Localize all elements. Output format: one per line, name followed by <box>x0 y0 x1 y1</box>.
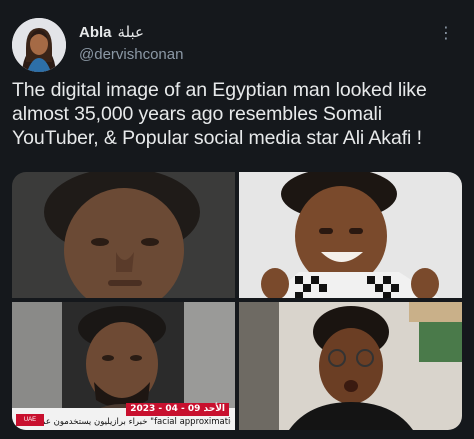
news-date-label: الأحد 09 - 04 - 2023 <box>126 403 229 416</box>
more-options-button[interactable]: ⋮ <box>436 24 456 44</box>
author-display-name-arabic[interactable]: عبلة <box>118 23 144 41</box>
news-channel-logo: UAE <box>16 414 44 426</box>
news-ticker-text: خبراء برازيليون يستخدمون عملية "facial a… <box>31 417 231 427</box>
author-name-row[interactable]: Abla عبلة <box>79 23 144 41</box>
media-grid[interactable]: الأحد 09 - 04 - 2023 خبراء برازيليون يست… <box>12 172 462 430</box>
more-options-icon: ⋮ <box>438 25 454 42</box>
media-image-reconstruction-closeup[interactable] <box>12 172 235 298</box>
author-avatar[interactable] <box>12 18 66 72</box>
author-display-name[interactable]: Abla <box>79 24 112 41</box>
media-image-news-reconstruction[interactable]: الأحد 09 - 04 - 2023 خبراء برازيليون يست… <box>12 302 235 430</box>
author-handle[interactable]: @dervishconan <box>79 46 183 63</box>
media-image-youtuber-smiling[interactable] <box>239 172 462 298</box>
media-image-youtuber-talking[interactable] <box>239 302 462 430</box>
tweet-text: The digital image of an Egyptian man loo… <box>12 79 427 149</box>
avatar-image <box>12 18 66 72</box>
